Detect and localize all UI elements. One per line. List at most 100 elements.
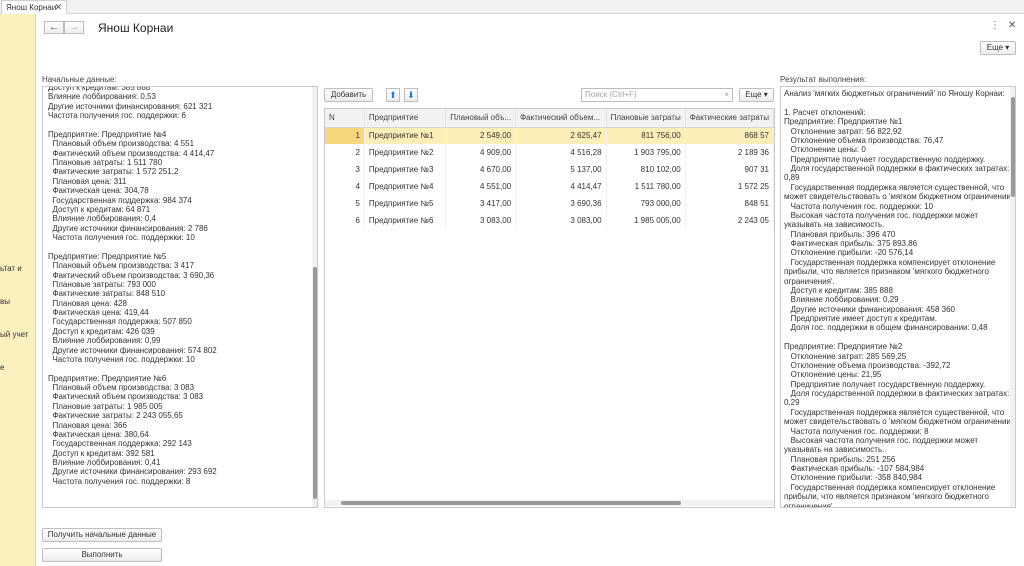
window-tab[interactable]: Янош Корнаи ✕ bbox=[1, 0, 67, 14]
text-line: 0,89 bbox=[784, 173, 800, 183]
table-row[interactable]: 6 Предприятие №6 3 083,00 3 083,00 1 985 005… bbox=[325, 212, 774, 229]
text-line: указывать на зависимость. bbox=[784, 445, 885, 455]
search-input[interactable]: Поиск (Ctrl+F) × bbox=[581, 88, 733, 102]
text-line: Отклонение объема производства: -392,72 bbox=[784, 360, 951, 370]
table-row[interactable]: 3 Предприятие №3 4 670,00 5 137,00 810 102,0… bbox=[325, 161, 774, 178]
form-more-button[interactable]: Еще ▾ bbox=[980, 41, 1016, 55]
text-line: Другие источники финансирования: 458 360 bbox=[784, 304, 955, 314]
column-header-actual-volume[interactable]: Фактический объем... bbox=[515, 109, 607, 128]
table-cell: 1 511 780,00 bbox=[606, 178, 686, 195]
table-cell: 811 756,00 bbox=[606, 127, 686, 144]
table-cell: 1 903 795,00 bbox=[606, 144, 686, 161]
result-scrollbar[interactable] bbox=[1010, 87, 1015, 507]
table-cell: 6 bbox=[325, 212, 365, 229]
sidebar-item-4[interactable]: е bbox=[0, 363, 4, 372]
table-cell: 5 137,00 bbox=[515, 161, 607, 178]
text-line: Высокая частота получения гос. поддержки… bbox=[784, 210, 979, 220]
column-header-enterprise[interactable]: Предприятие bbox=[364, 109, 447, 128]
column-header-actual-costs[interactable]: Фактические затраты bbox=[685, 109, 774, 128]
text-line: Плановая цена: 428 bbox=[48, 298, 127, 308]
text-line: Фактический объем производства: 4 414,47 bbox=[48, 148, 215, 158]
text-line: Плановая цена: 311 bbox=[48, 176, 127, 186]
text-line: Плановые затраты: 1 511 780 bbox=[48, 158, 163, 167]
text-line: 1. Расчет отклонений: bbox=[784, 107, 866, 117]
text-line: Отклонение цены: 0 bbox=[784, 145, 866, 155]
text-line: Фактическая цена: 304,78 bbox=[48, 186, 149, 196]
table-cell: 907 31 bbox=[685, 161, 774, 178]
text-line: ограничения'. bbox=[784, 276, 835, 286]
column-header-planned-volume[interactable]: Плановый объ... bbox=[445, 109, 517, 128]
table-row[interactable]: 1 Предприятие №1 2 549,00 2 625,47 811 756,0… bbox=[325, 127, 774, 144]
text-line: Предприятие имеет доступ к кредитам. bbox=[784, 314, 937, 323]
text-line: Плановая цена: 366 bbox=[48, 420, 127, 430]
text-line: Другие источники финансирования: 293 692 bbox=[48, 467, 217, 477]
table-row[interactable]: 5 Предприятие №5 3 417,00 3 690,36 793 000,0… bbox=[325, 195, 774, 212]
table-cell: 2 625,47 bbox=[515, 127, 607, 144]
text-line: Частота получения гос. поддержки: 6 bbox=[48, 111, 186, 121]
sidebar-item-2[interactable]: вы bbox=[0, 297, 10, 306]
text-line: ограничения'. bbox=[784, 501, 835, 508]
window-tab-bar: Янош Корнаи ✕ bbox=[0, 0, 1024, 14]
move-up-button[interactable]: ⬆ bbox=[386, 88, 400, 102]
table-cell: 3 083,00 bbox=[445, 212, 517, 229]
text-line: Отклонение затрат: 285 569,25 bbox=[784, 351, 907, 361]
table-row[interactable]: 2 Предприятие №2 4 909,00 4 516,28 1 903 795… bbox=[325, 144, 774, 161]
text-line: прибыли, что является признаком 'мягкого… bbox=[784, 267, 989, 277]
initial-data-scrollbar[interactable] bbox=[312, 87, 317, 507]
text-line bbox=[48, 364, 217, 373]
add-button[interactable]: Добавить bbox=[324, 88, 373, 102]
column-header-n[interactable]: N bbox=[325, 109, 365, 128]
window-tab-title: Янош Корнаи bbox=[6, 3, 57, 12]
page-title: Янош Корнаи bbox=[98, 21, 174, 35]
sidebar-item-results[interactable]: ьтат и bbox=[0, 264, 22, 273]
text-line: указывать на зависимость. bbox=[784, 220, 885, 230]
more-options-icon[interactable]: ⋮ bbox=[990, 20, 1000, 31]
text-line: Частота получения гос. поддержки: 8 bbox=[784, 426, 929, 436]
back-button[interactable]: ← bbox=[44, 21, 64, 34]
table-horizontal-scrollbar[interactable] bbox=[325, 500, 774, 506]
scroll-thumb[interactable] bbox=[313, 267, 317, 499]
table-cell: Предприятие №2 bbox=[364, 144, 447, 161]
move-down-button[interactable]: ⬇ bbox=[404, 88, 418, 102]
close-form-icon[interactable]: ✕ bbox=[1008, 20, 1016, 31]
column-header-planned-costs[interactable]: Плановые затраты bbox=[606, 109, 686, 128]
text-line: Влияние лоббирования: 0,99 bbox=[48, 336, 161, 346]
text-line: Плановые затраты: 1 985 005 bbox=[48, 401, 163, 411]
initial-data-textarea[interactable]: Доступ к кредитам: 385 888 Влияние лоббир… bbox=[42, 86, 318, 508]
enterprises-table[interactable]: N Предприятие Плановый объ... Фактически… bbox=[324, 108, 775, 508]
result-textarea[interactable]: Анализ 'мягких бюджетных ограничений' по… bbox=[780, 86, 1016, 508]
table-cell: 4 909,00 bbox=[445, 144, 517, 161]
text-line: Доступ к кредитам: 426 039 bbox=[48, 326, 155, 336]
clear-search-icon[interactable]: × bbox=[724, 89, 729, 101]
forward-button[interactable]: → bbox=[64, 21, 84, 34]
text-line: Плановый объем производства: 3 083 bbox=[48, 383, 195, 392]
get-initial-data-button[interactable]: Получить начальные данные bbox=[42, 528, 162, 542]
text-line: Другие источники финансирования: 2 786 bbox=[48, 223, 208, 233]
text-line bbox=[784, 333, 1015, 342]
table-cell: Предприятие №3 bbox=[364, 161, 447, 178]
table-header-row: N Предприятие Плановый объ... Фактически… bbox=[325, 109, 774, 128]
text-line: Плановая прибыль: 251 256 bbox=[784, 454, 896, 464]
table-cell: 1 bbox=[325, 127, 365, 144]
sidebar-item-accounting[interactable]: ый учет bbox=[0, 330, 28, 339]
table-cell: 1 985 005,00 bbox=[606, 212, 686, 229]
text-line: Государственная поддержка является сущес… bbox=[784, 407, 1005, 417]
text-line: Государственная поддержка компенсирует о… bbox=[784, 482, 996, 492]
text-line: Отклонение объема производства: 76,47 bbox=[784, 135, 944, 145]
result-label: Результат выполнения: bbox=[780, 75, 867, 84]
result-scroll-thumb[interactable] bbox=[1011, 97, 1015, 197]
text-line: Доля государственной поддержки в фактиче… bbox=[784, 164, 1010, 173]
close-tab-icon[interactable]: ✕ bbox=[54, 1, 62, 14]
table-more-button[interactable]: Еще ▾ bbox=[739, 88, 774, 102]
text-line: Частота получения гос. поддержки: 10 bbox=[784, 201, 934, 211]
run-button[interactable]: Выполнить bbox=[42, 548, 162, 562]
text-line: Государственная поддержка: 292 143 bbox=[48, 439, 192, 449]
table-cell: 3 690,36 bbox=[515, 195, 607, 212]
table-scroll-thumb[interactable] bbox=[341, 501, 681, 505]
text-line: Отклонение прибыли: -20 576,14 bbox=[784, 248, 914, 258]
text-line: Плановый объем производства: 3 417 bbox=[48, 261, 195, 271]
sections-sidebar: ьтат и вы ый учет е bbox=[0, 14, 36, 566]
text-line: Фактическая прибыль: 375 893,86 bbox=[784, 239, 918, 248]
text-line: Предприятие: Предприятие №6 bbox=[48, 373, 167, 383]
table-row[interactable]: 4 Предприятие №4 4 551,00 4 414,47 1 511 780… bbox=[325, 178, 774, 195]
